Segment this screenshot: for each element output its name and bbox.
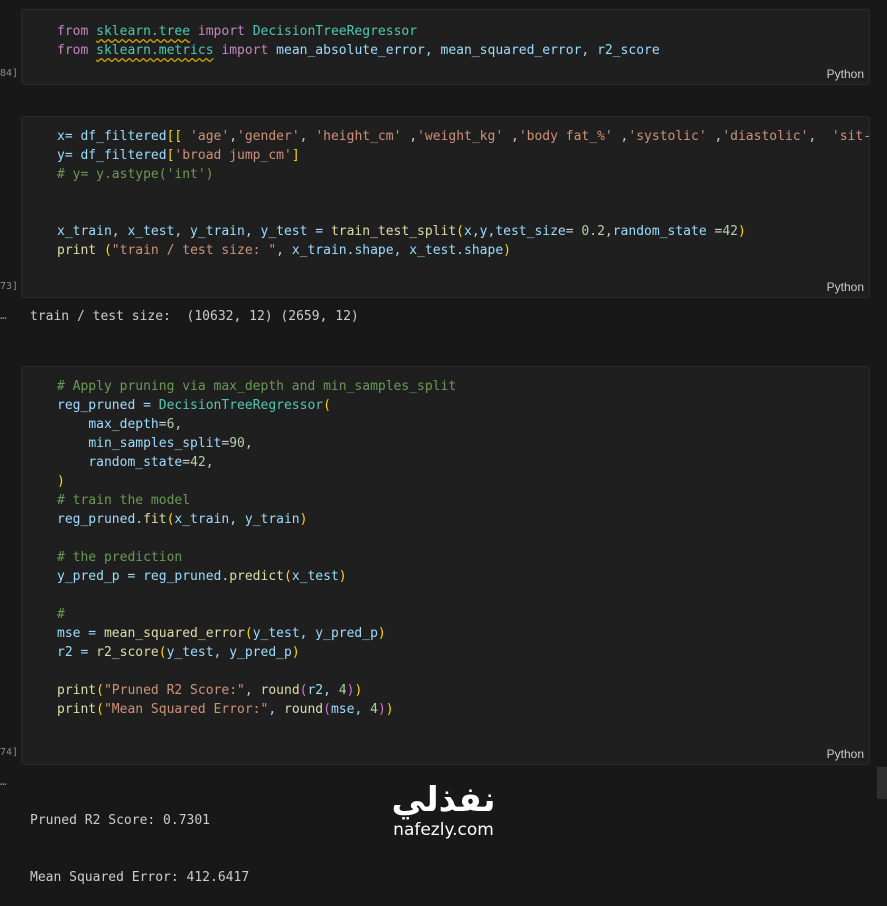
code-line: max_depth=6, [88, 417, 183, 432]
execution-count: 84] [0, 68, 19, 79]
language-label[interactable]: Python [827, 67, 864, 81]
code-line: x_train, x_test, y_train, y_test = train… [57, 224, 746, 239]
code-line: random_state=42, [88, 455, 214, 470]
language-label[interactable]: Python [827, 280, 864, 294]
code-line: reg_pruned = DecisionTreeRegressor( [57, 398, 331, 413]
output-menu-icon[interactable]: … [0, 309, 7, 322]
code-line: ) [57, 474, 65, 489]
nafezly-watermark: نفذلي nafezly.com [386, 780, 501, 840]
code-line: r2 = r2_score(y_test, y_pred_p) [57, 645, 300, 660]
output-line-r2: Pruned R2 Score: 0.7301 [30, 813, 211, 828]
code-cell-model[interactable]: # Apply pruning via max_depth and min_sa… [21, 366, 870, 765]
code-comment: # y= y.astype('int') [57, 167, 214, 182]
code-line: y_pred_p = reg_pruned.predict(x_test) [57, 569, 347, 584]
code-line: print("Pruned R2 Score:", round(r2, 4)) [57, 683, 363, 698]
watermark-latin: nafezly.com [393, 820, 494, 840]
code-line: y= df_filtered['broad jump_cm'] [57, 148, 300, 163]
code-comment: # Apply pruning via max_depth and min_sa… [57, 379, 457, 394]
cell-output: train / test size: (10632, 12) (2659, 12… [30, 309, 359, 324]
code-line: x= df_filtered[[ 'age','gender', 'height… [57, 129, 869, 144]
code-line: print("Mean Squared Error:", round(mse, … [57, 702, 394, 717]
code-line: from sklearn.metrics import mean_absolut… [57, 43, 660, 58]
code-comment: # the prediction [57, 550, 183, 565]
output-menu-icon[interactable]: … [0, 775, 7, 788]
execution-count: 74] [0, 747, 19, 758]
code-line: reg_pruned.fit(x_train, y_train) [57, 512, 308, 527]
cell-output: Pruned R2 Score: 0.7301 Mean Squared Err… [30, 773, 249, 906]
execution-count: 73] [0, 281, 19, 292]
code-line: print ("train / test size: ", x_train.sh… [57, 243, 511, 258]
code-comment: # [57, 607, 65, 622]
scrollbar-thumb[interactable] [877, 767, 887, 799]
output-line-mse: Mean Squared Error: 412.6417 [30, 870, 250, 885]
code-cell-split[interactable]: x= df_filtered[[ 'age','gender', 'height… [21, 116, 870, 298]
code-line: from sklearn.tree import DecisionTreeReg… [57, 24, 418, 39]
language-label[interactable]: Python [827, 747, 864, 761]
watermark-arabic: نفذلي [391, 780, 496, 820]
code-cell-imports[interactable]: from sklearn.tree import DecisionTreeReg… [21, 9, 870, 85]
code-line: min_samples_split=90, [88, 436, 253, 451]
code-comment: # train the model [57, 493, 191, 508]
code-line: mse = mean_squared_error(y_test, y_pred_… [57, 626, 386, 641]
